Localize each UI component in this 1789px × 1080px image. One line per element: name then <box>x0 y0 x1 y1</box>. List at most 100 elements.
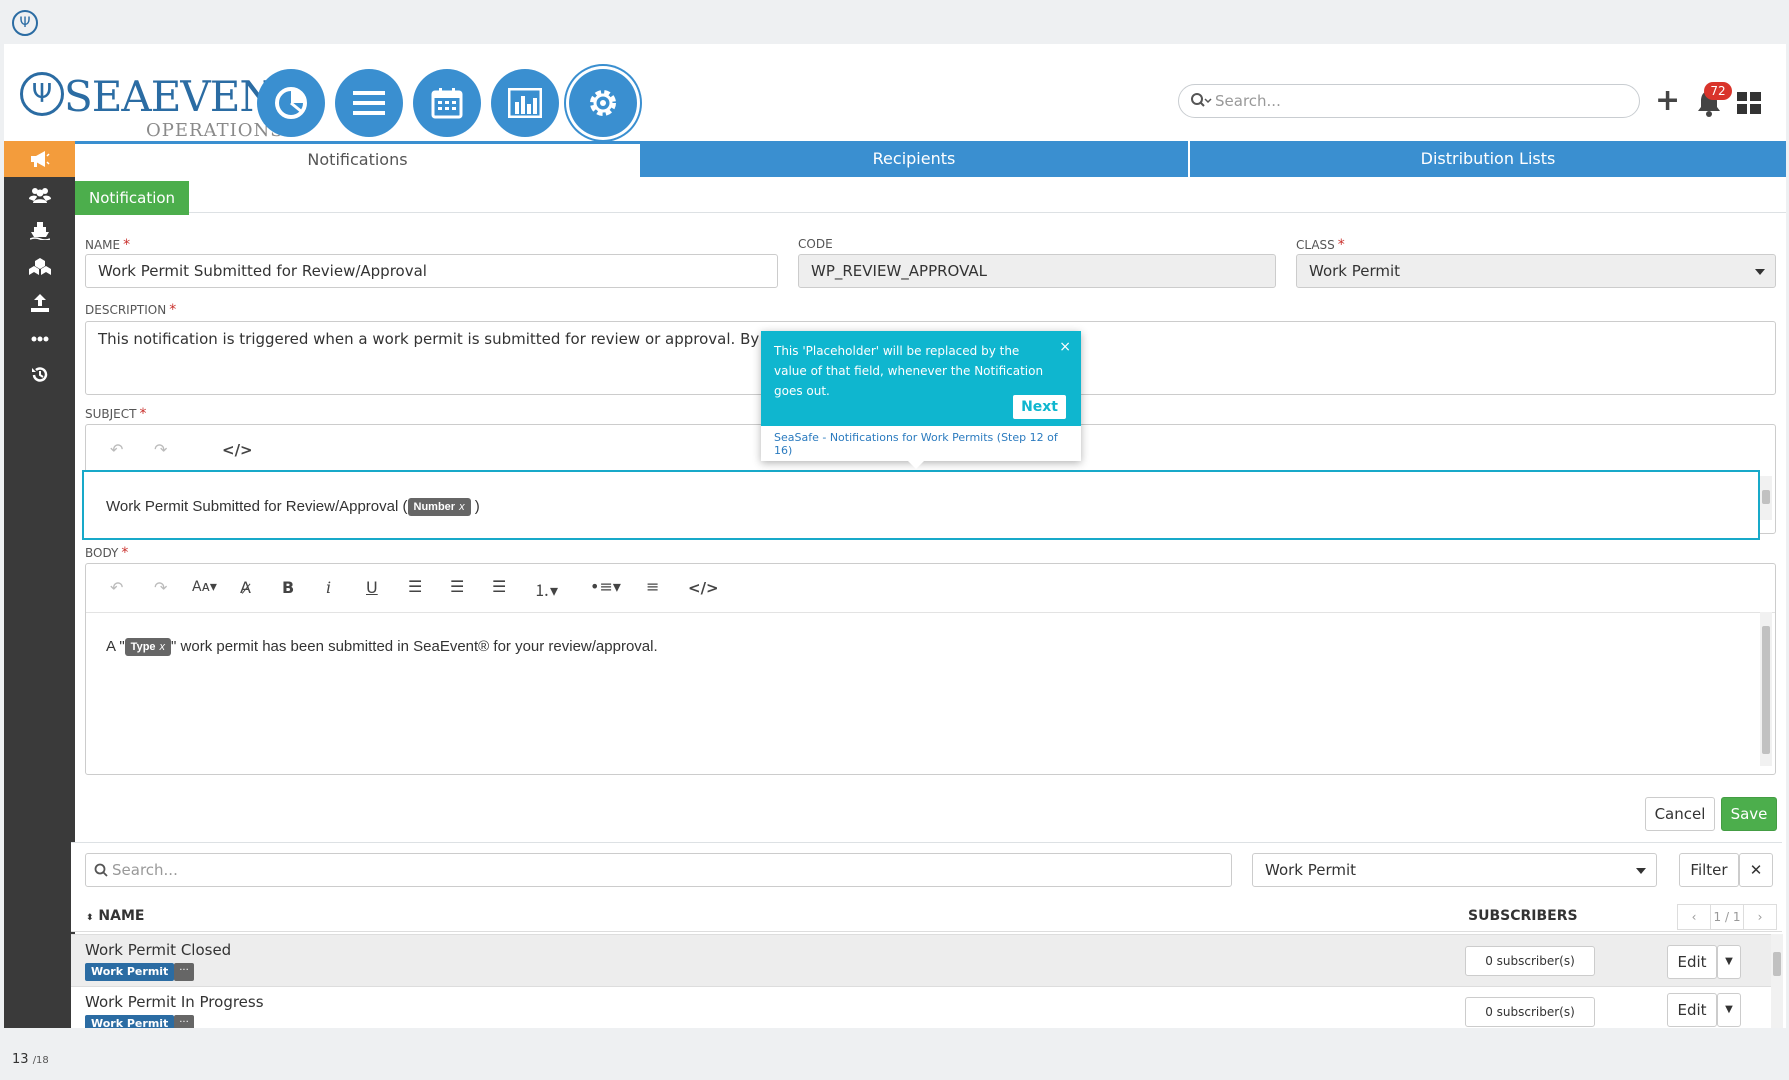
sidebar-item-inventory[interactable] <box>4 249 75 285</box>
notification-badge: 72 <box>1704 82 1732 100</box>
sidebar-item-vessels[interactable] <box>4 213 75 249</box>
class-label: CLASS * <box>1296 237 1345 253</box>
align-left-icon[interactable]: ☰ <box>408 577 422 596</box>
code-icon[interactable]: </> <box>222 441 253 459</box>
body-scrollbar[interactable] <box>1760 612 1772 766</box>
placeholder-chip-type[interactable]: Type x <box>124 638 172 657</box>
subject-scrollbar[interactable] <box>1760 476 1772 520</box>
align-center-icon[interactable]: ☰ <box>450 577 464 596</box>
more-icon[interactable]: ··· <box>174 1015 194 1028</box>
chip-label: Number <box>413 501 456 514</box>
page-number: 13 <box>12 1052 29 1067</box>
save-button[interactable]: Save <box>1721 797 1777 831</box>
page-indicator: 1 / 1 <box>1711 905 1744 929</box>
top-strip: Ψ <box>0 0 1789 44</box>
list-filter-value: Work Permit <box>1265 861 1357 879</box>
font-size-icon[interactable]: Aᴀ▾ <box>192 579 217 595</box>
table-row[interactable]: Work Permit Closed Work Permit ··· 0 sub… <box>71 934 1771 986</box>
search-icon[interactable] <box>1190 92 1212 110</box>
sidebar-item-users[interactable] <box>4 177 75 213</box>
justify-icon[interactable]: ☰ <box>492 577 506 596</box>
brand-logo[interactable]: Ψ SEAEVENT OPERATIONS <box>18 70 303 141</box>
undo-icon[interactable]: ↶ <box>110 440 123 459</box>
more-icon <box>31 336 48 342</box>
dashboard-button[interactable] <box>257 69 325 137</box>
indent-icon[interactable]: ≡ <box>646 577 659 596</box>
sidebar-item-history[interactable] <box>4 357 75 393</box>
tooltip-next-button[interactable]: Next <box>1013 395 1066 419</box>
next-page-button[interactable]: › <box>1744 905 1776 929</box>
users-icon <box>28 188 51 203</box>
subject-input[interactable]: Work Permit Submitted for Review/Approva… <box>82 470 1760 540</box>
code-icon[interactable]: </> <box>688 579 719 597</box>
tab-recipients[interactable]: Recipients <box>640 141 1188 177</box>
pager: ‹ 1 / 1 › <box>1677 904 1777 930</box>
list-search-input[interactable]: Search... <box>85 853 1232 887</box>
chevron-down-icon <box>1755 269 1765 275</box>
italic-icon[interactable]: i <box>326 578 331 597</box>
tab-notifications[interactable]: Notifications <box>75 141 640 177</box>
tooltip-footer[interactable]: SeaSafe - Notifications for Work Permits… <box>774 431 1074 457</box>
col-name-header[interactable]: ⬍ NAME <box>86 908 144 924</box>
filter-button[interactable]: Filter <box>1679 853 1739 887</box>
class-select[interactable]: Work Permit <box>1296 254 1776 288</box>
list-scrollbar[interactable] <box>1771 934 1783 1028</box>
body-text-end: " work permit has been submitted in SeaE… <box>171 638 658 655</box>
tooltip-body: This 'Placeholder' will be replaced by t… <box>761 331 1081 426</box>
ship-icon <box>29 222 50 240</box>
reports-button[interactable] <box>491 69 559 137</box>
subject-text: Work Permit Submitted for Review/Approva… <box>106 498 408 515</box>
name-label: NAME * <box>85 237 131 253</box>
cancel-button[interactable]: Cancel <box>1645 797 1715 831</box>
sidebar-item-upload[interactable] <box>4 285 75 321</box>
redo-icon[interactable]: ↷ <box>154 440 167 459</box>
font-color-icon[interactable]: A̷ <box>240 578 251 597</box>
calendar-icon <box>431 88 463 119</box>
subscribers-button[interactable]: 0 subscriber(s) <box>1465 997 1595 1027</box>
body-label: BODY * <box>85 545 129 561</box>
subscribers-button[interactable]: 0 subscriber(s) <box>1465 946 1595 976</box>
name-field[interactable]: Work Permit Submitted for Review/Approva… <box>85 254 778 288</box>
body-editor[interactable]: ↶ ↷ Aᴀ▾ A̷ B i U ☰ ☰ ☰ ⒈▾ •≡▾ ≡ </> A " T… <box>85 563 1776 775</box>
page-total: /18 <box>32 1055 49 1066</box>
chip-remove-icon[interactable]: x <box>160 641 166 653</box>
prev-page-button[interactable]: ‹ <box>1678 905 1711 929</box>
code-label: CODE <box>798 237 833 251</box>
grid-icon[interactable] <box>1737 92 1761 114</box>
edit-button[interactable]: Edit <box>1667 945 1717 979</box>
settings-button[interactable] <box>569 69 637 137</box>
chevron-down-icon[interactable]: ▼ <box>1717 993 1741 1027</box>
calendar-button[interactable] <box>413 69 481 137</box>
body-text[interactable]: A " Type x " work permit has been submitted… <box>106 638 658 657</box>
close-icon[interactable]: × <box>1059 337 1071 357</box>
list-icon <box>353 91 385 115</box>
tab-distribution-lists[interactable]: Distribution Lists <box>1190 141 1786 177</box>
list-filter-select[interactable]: Work Permit <box>1252 853 1657 887</box>
chip-remove-icon[interactable]: x <box>459 501 465 513</box>
tab-notification[interactable]: Notification <box>75 181 190 215</box>
bar-chart-icon <box>508 88 542 118</box>
sidebar-item-more[interactable] <box>4 321 75 357</box>
menu-button[interactable] <box>335 69 403 137</box>
gear-icon <box>590 90 616 116</box>
history-icon <box>31 367 47 382</box>
plus-icon[interactable]: + <box>1655 86 1680 116</box>
clear-filter-icon[interactable]: ✕ <box>1739 853 1773 887</box>
chevron-down-icon[interactable]: ▼ <box>1717 945 1741 979</box>
ordered-list-icon[interactable]: ⒈▾ <box>534 577 558 601</box>
underline-icon[interactable]: U <box>366 578 378 597</box>
body-text-start: A " <box>106 638 125 655</box>
more-icon[interactable]: ··· <box>174 963 194 981</box>
bold-icon[interactable]: B <box>282 578 294 597</box>
table-row[interactable]: Work Permit In Progress Work Permit ··· … <box>71 986 1771 1028</box>
unordered-list-icon[interactable]: •≡▾ <box>590 577 621 596</box>
global-search-input[interactable]: Search... <box>1178 84 1640 118</box>
placeholder-chip-number[interactable]: Number x <box>407 498 471 517</box>
redo-icon[interactable]: ↷ <box>154 578 167 597</box>
search-icon <box>94 863 108 877</box>
chip-label: Type <box>130 641 156 654</box>
sidebar-item-notifications[interactable] <box>4 141 75 177</box>
undo-icon[interactable]: ↶ <box>110 578 123 597</box>
tooltip-arrow <box>908 461 924 469</box>
edit-button[interactable]: Edit <box>1667 993 1717 1027</box>
